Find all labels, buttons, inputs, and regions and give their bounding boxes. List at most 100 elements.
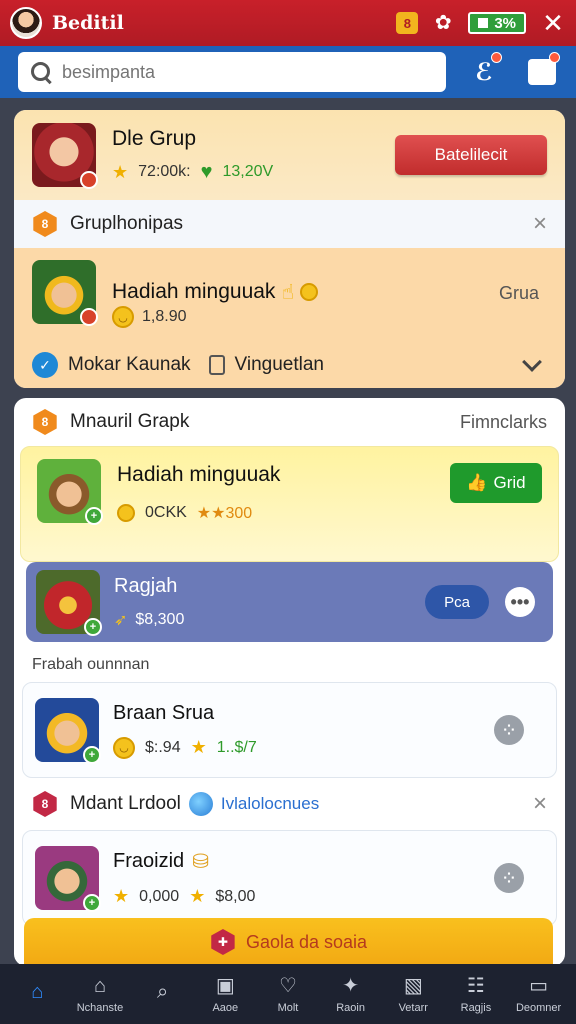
globe-coin-icon xyxy=(300,283,319,301)
nav-label: Raoin xyxy=(336,1002,365,1014)
nav-item-raoin[interactable]: ✦ Raoin xyxy=(321,974,381,1014)
group-name: Dle Grup xyxy=(112,126,197,150)
options-icon[interactable]: ⁘ xyxy=(494,715,524,745)
group-section-label: Mdant Lrdool xyxy=(70,793,181,814)
group-button[interactable]: Grua xyxy=(497,264,541,304)
nav-label: Molt xyxy=(277,1002,299,1014)
grid-button-label: Grid xyxy=(493,473,526,492)
nav-item-vetarr[interactable]: ▧ Vetarr xyxy=(383,974,443,1014)
options-icon[interactable]: ⁘ xyxy=(494,863,524,893)
reward-coins: 1,8.90 xyxy=(142,308,187,325)
bottom-action-button[interactable]: ✚ Gaola da soaia xyxy=(24,918,553,966)
green-value: 13,20V xyxy=(222,163,274,180)
store-icon xyxy=(528,59,556,85)
gift-badge-icon[interactable]: 8 xyxy=(396,12,419,34)
notifications-button[interactable]: ℰ xyxy=(468,52,502,88)
search-icon xyxy=(30,61,52,83)
plus-badge-icon: + xyxy=(84,618,102,636)
member-avatar: + xyxy=(35,846,101,912)
plus-badge-icon: + xyxy=(85,507,103,525)
group-section-label: Gruplhonipas xyxy=(70,213,184,234)
details-button[interactable]: Batelilecit xyxy=(395,135,547,175)
plus-badge-icon: + xyxy=(83,894,101,912)
nav-item-search[interactable]: ⌕ xyxy=(133,980,193,1008)
close-icon[interactable]: × xyxy=(533,790,547,818)
tray-icon: ▭ xyxy=(529,975,549,997)
featured-title: Hadiah minguuak xyxy=(117,463,281,486)
bird-icon: ✦ xyxy=(342,975,359,997)
notifications-icon: ℰ xyxy=(475,58,493,86)
thumbs-up-icon: 👍 xyxy=(466,473,488,492)
home-icon: ⌂ xyxy=(31,981,44,1003)
search-input[interactable] xyxy=(62,61,434,83)
thumbs-icon: ☝ xyxy=(281,280,295,304)
nav-item-aaoe[interactable]: ▣ Aaoe xyxy=(195,974,255,1014)
battery-level: 3% xyxy=(494,14,516,32)
footer-label-secondary: Vinguetlan xyxy=(234,354,324,375)
pca-button[interactable]: Pca xyxy=(425,585,489,619)
featured-stats-value: ★★300 xyxy=(196,505,253,522)
store-dot xyxy=(549,52,560,63)
nav-item-deomner[interactable]: ▭ Deomner xyxy=(509,974,569,1014)
hex-badge-icon: 8 xyxy=(33,409,57,435)
search-icon: ⌕ xyxy=(157,981,169,1003)
list-item[interactable]: + Braan Srua ◡ $:.94 ★ 1..$/7 ⁘ xyxy=(22,682,557,778)
weekly-reward-row[interactable]: Hadiah minguuak ☝ ◡ 1,8.90 Grua ✓ Mokar … xyxy=(14,248,565,388)
footer-label: Mokar Kaunak xyxy=(68,354,191,375)
member-value-2: $8,00 xyxy=(215,887,256,905)
house-icon: ⌂ xyxy=(93,975,107,997)
nav-label: Vetarr xyxy=(398,1002,428,1014)
group-card: Dle Grup ★ 72:00k: ♥ 13,20V Batelilecit … xyxy=(14,110,565,388)
coin-icon xyxy=(117,504,135,522)
lock-icon xyxy=(208,355,225,375)
bag-icon: ⛁ xyxy=(192,851,209,873)
battery-indicator: 3% xyxy=(468,12,526,34)
member-value-1: 0,000 xyxy=(139,887,180,905)
coin-icon: ◡ xyxy=(113,736,135,759)
hex-badge-icon: 8 xyxy=(33,211,57,237)
featured-reward[interactable]: + Hadiah minguuak 0CKK ★★300 👍 Grid xyxy=(20,446,559,562)
leaderboard-title: Mnauril Grapk xyxy=(70,411,190,432)
star-icon: ★ xyxy=(113,886,130,906)
bottom-action-label: Gaola da soaia xyxy=(245,931,368,952)
store-button[interactable] xyxy=(526,52,560,88)
close-icon[interactable]: × xyxy=(533,210,547,238)
app-header: ℰ xyxy=(0,46,576,98)
leaderboard-link[interactable]: Fimnclarks xyxy=(460,412,547,433)
featured-stats-prefix: 0CKK xyxy=(145,504,187,521)
close-icon[interactable]: ✕ xyxy=(540,10,566,36)
cross-icon: ✚ xyxy=(211,929,235,955)
search-bar[interactable] xyxy=(18,52,446,92)
group-section-header: 8 Gruplhonipas × xyxy=(14,200,565,248)
member-name: Fraoizid xyxy=(113,850,185,872)
chevron-down-icon[interactable] xyxy=(522,352,542,372)
star-icon: ★ xyxy=(189,886,206,906)
profile-avatar[interactable] xyxy=(10,7,42,39)
points-value: 72:00k: xyxy=(138,163,191,180)
member-stars: 1..$/7 xyxy=(216,738,257,756)
globe-icon xyxy=(188,792,213,816)
app-title: Beditil xyxy=(52,12,124,34)
member-coins: $:.94 xyxy=(145,738,181,756)
avatar-badge-icon xyxy=(80,171,98,189)
arrow-star-icon: ➶ xyxy=(114,611,128,629)
bird-icon: ✓ xyxy=(32,352,58,378)
nav-item-nchanste[interactable]: ⌂ Nchanste xyxy=(70,974,130,1014)
group-link[interactable]: Ivlalolocnues xyxy=(221,794,319,814)
video-icon: ▣ xyxy=(215,975,235,997)
star-icon: ★ xyxy=(112,161,129,182)
battery-cell-icon xyxy=(478,18,489,28)
hex-badge-icon: 8 xyxy=(33,791,57,817)
grid-button[interactable]: 👍 Grid xyxy=(450,463,542,503)
more-icon[interactable]: ••• xyxy=(505,587,535,617)
nav-item-home[interactable]: ⌂ xyxy=(7,980,67,1008)
nav-item-ragjis[interactable]: ☷ Ragjis xyxy=(446,974,506,1014)
nav-item-molt[interactable]: ♡ Molt xyxy=(258,974,318,1014)
chest-reward-row[interactable]: + Ragjah ➶ $8,300 Pca ••• xyxy=(26,562,553,642)
list-item[interactable]: + Fraoizid ⛁ ★ 0,000 ★ $8,00 ⁘ xyxy=(22,830,557,926)
avatar-badge-icon xyxy=(80,308,98,326)
member-name: Braan Srua xyxy=(113,701,215,724)
grid-icon: ☷ xyxy=(466,975,485,997)
flower-icon[interactable]: ✿ xyxy=(432,12,454,34)
coin-icon: ◡ xyxy=(112,306,134,328)
